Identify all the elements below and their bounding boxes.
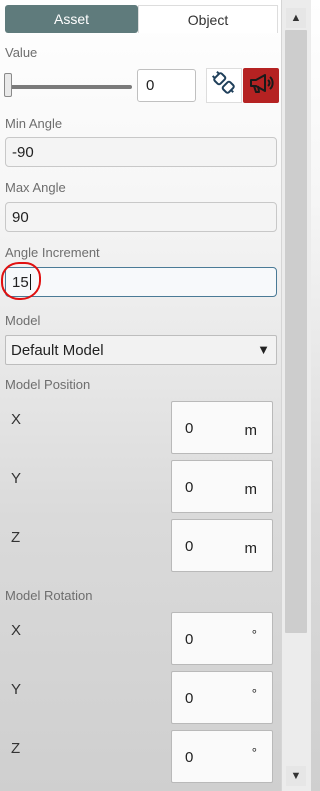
model-rotation-label: Model Rotation xyxy=(5,588,93,603)
properties-panel: Asset Object Value 0 Min Angle -90 Max A… xyxy=(0,0,281,791)
angle-increment-input[interactable]: 15 xyxy=(5,267,277,297)
plug-icon xyxy=(211,70,237,101)
value-slider-handle[interactable] xyxy=(4,73,12,97)
model-select[interactable]: Default Model ▼ xyxy=(5,335,277,365)
rotation-x-input[interactable]: 0 ° xyxy=(171,612,273,665)
value-input[interactable]: 0 xyxy=(137,69,196,102)
text-caret xyxy=(29,274,31,290)
tab-object[interactable]: Object xyxy=(138,5,278,33)
position-x-input[interactable]: 0 m xyxy=(171,401,273,454)
rotation-y-label: Y xyxy=(11,681,22,698)
rotation-z-unit: ° xyxy=(251,745,257,760)
chevron-down-icon: ▼ xyxy=(257,342,270,357)
position-z-value: 0 xyxy=(185,538,194,555)
position-x-label: X xyxy=(11,411,22,428)
angle-increment-label: Angle Increment xyxy=(5,245,100,260)
connect-button[interactable] xyxy=(206,68,242,103)
rotation-x-label: X xyxy=(11,622,22,639)
position-x-value: 0 xyxy=(185,420,194,437)
min-angle-input[interactable]: -90 xyxy=(5,137,277,167)
angle-increment-value: 15 xyxy=(12,273,29,291)
position-z-unit: m xyxy=(244,540,258,557)
model-label: Model xyxy=(5,313,41,328)
scroll-thumb[interactable] xyxy=(285,30,307,633)
rotation-y-unit: ° xyxy=(251,686,257,701)
rotation-y-value: 0 xyxy=(185,690,194,707)
broadcast-button[interactable] xyxy=(243,68,279,103)
rotation-z-label: Z xyxy=(11,740,21,757)
max-angle-input[interactable]: 90 xyxy=(5,202,277,232)
position-x-unit: m xyxy=(244,422,258,439)
min-angle-label: Min Angle xyxy=(5,116,63,131)
model-selected-value: Default Model xyxy=(11,341,104,359)
rotation-x-value: 0 xyxy=(185,631,194,648)
megaphone-icon xyxy=(248,71,274,100)
scroll-down-button[interactable]: ▼ xyxy=(286,766,306,786)
position-y-unit: m xyxy=(244,481,258,498)
value-label: Value xyxy=(5,45,38,60)
tab-asset[interactable]: Asset xyxy=(5,5,138,33)
value-slider-track[interactable] xyxy=(8,85,132,89)
rotation-y-input[interactable]: 0 ° xyxy=(171,671,273,724)
position-y-label: Y xyxy=(11,470,22,487)
rotation-z-input[interactable]: 0 ° xyxy=(171,730,273,783)
position-y-value: 0 xyxy=(185,479,194,496)
max-angle-label: Max Angle xyxy=(5,180,66,195)
rotation-z-value: 0 xyxy=(185,749,194,766)
position-z-label: Z xyxy=(11,529,21,546)
position-y-input[interactable]: 0 m xyxy=(171,460,273,513)
scroll-up-button[interactable]: ▲ xyxy=(286,8,306,28)
model-position-label: Model Position xyxy=(5,377,91,392)
rotation-x-unit: ° xyxy=(251,627,257,642)
position-z-input[interactable]: 0 m xyxy=(171,519,273,572)
vertical-scrollbar[interactable]: ▲ ▼ xyxy=(281,0,311,791)
